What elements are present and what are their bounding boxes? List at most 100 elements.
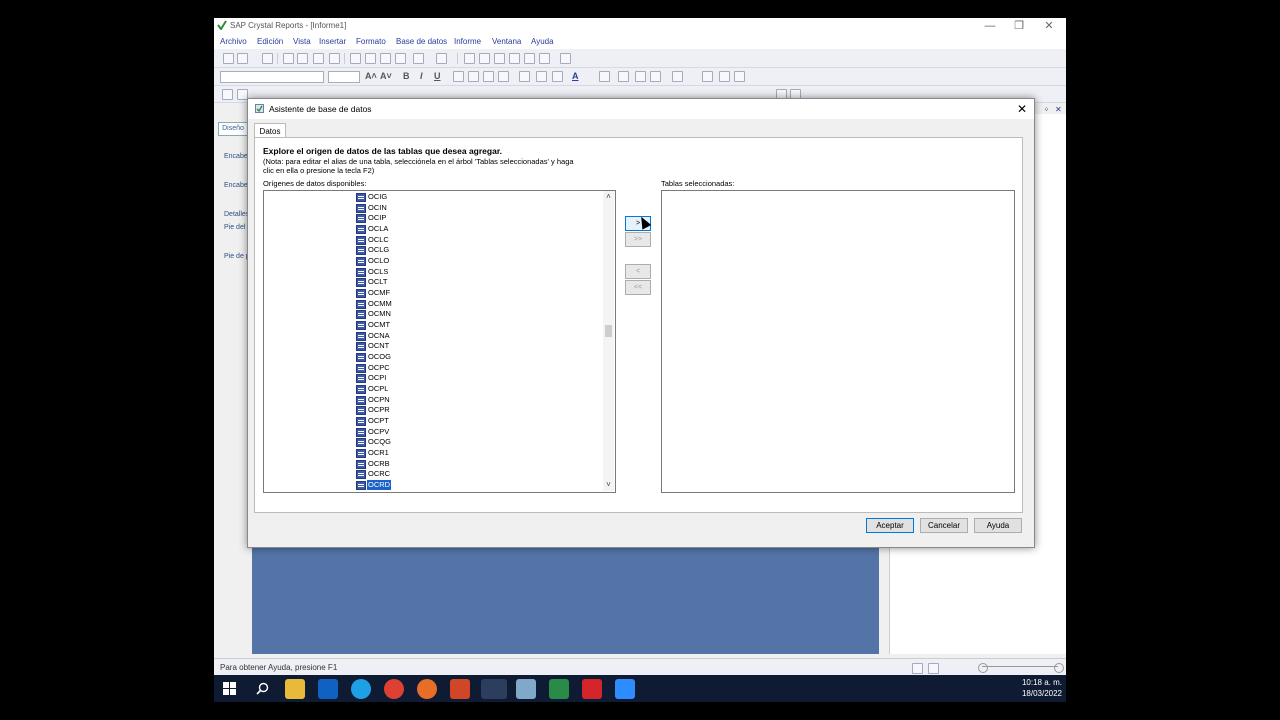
skype-icon[interactable] — [351, 679, 371, 699]
menu-vista[interactable]: Vista — [293, 37, 311, 46]
menu-edicion[interactable]: Edición — [257, 37, 283, 46]
print-icon[interactable] — [283, 53, 294, 64]
zoom-in-icon[interactable] — [1054, 663, 1064, 673]
format-number-icon[interactable] — [734, 71, 745, 82]
scroll-thumb[interactable] — [605, 325, 612, 337]
thousands-icon[interactable] — [635, 71, 646, 82]
section-page-header: Encabe — [224, 182, 248, 189]
table-icon — [356, 246, 366, 256]
pin-panel-icon[interactable]: ᛜ — [1044, 105, 1049, 114]
formula-workshop-icon[interactable] — [509, 53, 520, 64]
font-size-combo[interactable] — [328, 71, 360, 83]
table-icon — [356, 384, 366, 394]
maximize-button[interactable]: ❐ — [1005, 19, 1033, 33]
accept-button[interactable]: Aceptar — [866, 518, 914, 533]
shrink-font-icon[interactable]: A˅ — [380, 71, 392, 81]
section-page-footer: Pie de p — [224, 253, 250, 260]
field-explorer-icon[interactable] — [539, 53, 550, 64]
search-icon[interactable] — [256, 682, 269, 695]
align-right-icon[interactable] — [483, 71, 494, 82]
menu-formato[interactable]: Formato — [356, 37, 386, 46]
taskbar-time[interactable]: 10:18 a. m. — [1022, 678, 1062, 687]
chrome-icon[interactable] — [384, 679, 404, 699]
available-sources-tree[interactable]: OCIG OCIN OCIP OCLA OCLC OCLG OCLO OCLS OCLT OCMF… — [263, 190, 616, 493]
mail-icon[interactable] — [329, 53, 340, 64]
minimize-button[interactable]: — — [976, 19, 1004, 33]
remove-table-button[interactable]: < — [625, 264, 651, 279]
cancel-button[interactable]: Cancelar — [920, 518, 968, 533]
table-icon — [356, 214, 366, 224]
grow-font-icon[interactable]: A˄ — [365, 71, 377, 81]
help-button[interactable]: Ayuda — [974, 518, 1022, 533]
round-icon[interactable] — [719, 71, 730, 82]
italic-icon[interactable]: I — [420, 71, 423, 81]
align-left-icon[interactable] — [453, 71, 464, 82]
decimal-increase-icon[interactable] — [672, 71, 683, 82]
menu-insertar[interactable]: Insertar — [319, 37, 346, 46]
powerpoint-icon[interactable] — [450, 679, 470, 699]
currency-icon[interactable] — [618, 71, 629, 82]
table-name: OCLG — [368, 245, 390, 255]
selected-tables-tree[interactable] — [661, 190, 1015, 493]
notepad-icon[interactable] — [516, 679, 536, 699]
database-expert-icon[interactable] — [524, 53, 535, 64]
find-icon[interactable] — [560, 53, 571, 64]
font-name-combo[interactable] — [220, 71, 324, 83]
table-icon — [356, 480, 366, 490]
menu-base-de-datos[interactable]: Base de datos — [396, 37, 447, 46]
menu-informe[interactable]: Informe — [454, 37, 481, 46]
box-icon[interactable] — [536, 71, 547, 82]
insert-text-icon[interactable] — [222, 89, 233, 100]
bold-icon[interactable]: B — [403, 71, 410, 81]
tree-scrollbar[interactable]: ˄ ˅ — [603, 191, 614, 491]
print-preview-icon[interactable] — [297, 53, 308, 64]
border-icon[interactable] — [552, 71, 563, 82]
taskbar-date[interactable]: 18/03/2022 — [1022, 689, 1062, 698]
decimal-decrease-icon[interactable] — [702, 71, 713, 82]
save-icon[interactable] — [262, 53, 273, 64]
table-name: OCLT — [368, 277, 388, 287]
scroll-up-icon[interactable]: ˄ — [603, 192, 614, 202]
scroll-down-icon[interactable]: ˅ — [603, 480, 614, 490]
menu-ventana[interactable]: Ventana — [492, 37, 521, 46]
borders-icon[interactable] — [599, 71, 610, 82]
file-explorer-icon[interactable] — [285, 679, 305, 699]
justify-icon[interactable] — [498, 71, 509, 82]
redo-icon[interactable] — [436, 53, 447, 64]
export-icon[interactable] — [313, 53, 324, 64]
percent-icon[interactable] — [650, 71, 661, 82]
format-painter-icon[interactable] — [395, 53, 406, 64]
firefox-icon[interactable] — [417, 679, 437, 699]
page-view-icon[interactable] — [912, 663, 923, 674]
underline-icon[interactable]: U — [434, 71, 441, 81]
paste-icon[interactable] — [380, 53, 391, 64]
dialog-close-button[interactable]: ✕ — [1014, 101, 1030, 117]
zoom-slider[interactable] — [982, 666, 1058, 667]
cut-icon[interactable] — [350, 53, 361, 64]
sap-icon[interactable] — [549, 679, 569, 699]
tab-diseno[interactable]: Diseño — [218, 122, 248, 136]
font-color-icon[interactable]: A — [572, 71, 579, 81]
close-panel-icon[interactable]: ✕ — [1055, 105, 1062, 114]
crystal-reports-taskbar-icon[interactable] — [481, 679, 507, 699]
select-expert-icon[interactable] — [494, 53, 505, 64]
outlook-icon[interactable] — [318, 679, 338, 699]
acrobat-icon[interactable] — [582, 679, 602, 699]
windows-start-icon[interactable] — [223, 682, 236, 695]
line-icon[interactable] — [519, 71, 530, 82]
new-icon[interactable] — [223, 53, 234, 64]
group-expert-icon[interactable] — [464, 53, 475, 64]
remove-all-tables-button[interactable]: << — [625, 280, 651, 295]
open-icon[interactable] — [237, 53, 248, 64]
menu-ayuda[interactable]: Ayuda — [531, 37, 554, 46]
zoom-out-icon[interactable] — [978, 663, 988, 673]
add-all-tables-button[interactable]: >> — [625, 232, 651, 247]
menu-archivo[interactable]: Archivo — [220, 37, 247, 46]
copy-icon[interactable] — [365, 53, 376, 64]
layout-view-icon[interactable] — [928, 663, 939, 674]
undo-icon[interactable] — [413, 53, 424, 64]
close-window-button[interactable]: ✕ — [1035, 19, 1063, 33]
zoom-app-icon[interactable] — [615, 679, 635, 699]
align-center-icon[interactable] — [468, 71, 479, 82]
sort-expert-icon[interactable] — [479, 53, 490, 64]
